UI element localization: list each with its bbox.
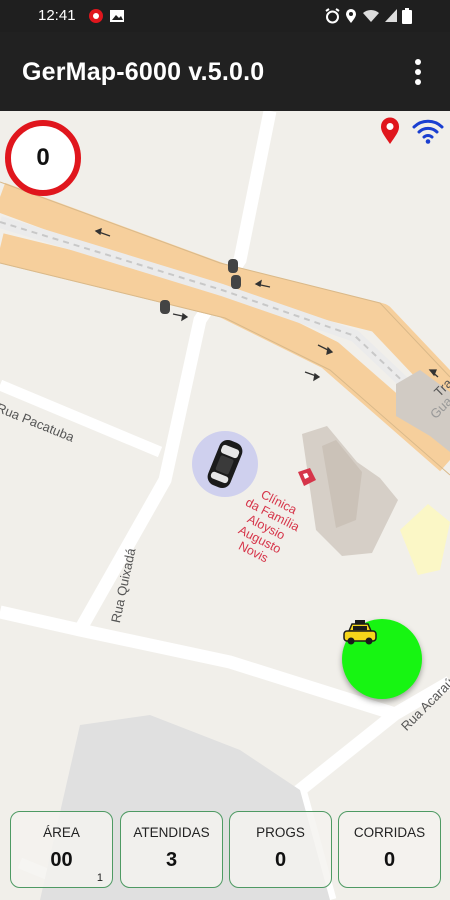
stat-label: ÁREA — [43, 825, 80, 840]
stat-label: PROGS — [256, 825, 305, 840]
overflow-menu-icon[interactable] — [404, 54, 432, 90]
stat-card-corridas[interactable]: CORRIDAS 0 — [338, 811, 441, 888]
car-icon — [207, 439, 243, 489]
status-bar: 12:41 — [0, 0, 450, 32]
alarm-icon — [325, 8, 340, 24]
app-screen: 12:41 GerMap-6000 v.5.0.0 Rua Pacatuba R… — [0, 0, 450, 900]
battery-icon — [402, 8, 412, 24]
stat-sub-value: 1 — [96, 872, 103, 884]
stat-value: 3 — [165, 849, 178, 871]
map-view[interactable]: Rua Pacatuba Rua Quixadá Rua Acaraú Tra … — [0, 111, 450, 900]
taxi-button[interactable] — [342, 619, 422, 699]
speed-counter: 0 — [5, 120, 81, 196]
stat-value: 00 — [50, 849, 73, 871]
taxi-icon — [343, 620, 377, 645]
stat-label: CORRIDAS — [353, 825, 426, 840]
stat-value: 0 — [383, 849, 396, 871]
notification-icon — [89, 9, 103, 23]
app-bar: GerMap-6000 v.5.0.0 — [0, 32, 450, 111]
stat-value: 0 — [274, 849, 287, 871]
stat-card-area[interactable]: ÁREA 00 1 — [10, 811, 113, 888]
wifi-icon — [412, 119, 444, 144]
image-icon — [110, 10, 124, 22]
stat-card-atendidas[interactable]: ATENDIDAS 3 — [120, 811, 223, 888]
location-pin-icon — [381, 117, 399, 144]
signal-icon — [385, 9, 397, 22]
car-position-marker[interactable] — [192, 431, 258, 497]
location-icon — [346, 9, 356, 23]
status-time: 12:41 — [38, 7, 76, 24]
stats-bar: ÁREA 00 1 ATENDIDAS 3 PROGS 0 CORRIDAS 0 — [0, 806, 450, 900]
wifi-icon — [363, 9, 379, 22]
stat-label: ATENDIDAS — [133, 825, 210, 840]
app-title: GerMap-6000 v.5.0.0 — [22, 58, 265, 86]
stat-card-progs[interactable]: PROGS 0 — [229, 811, 332, 888]
